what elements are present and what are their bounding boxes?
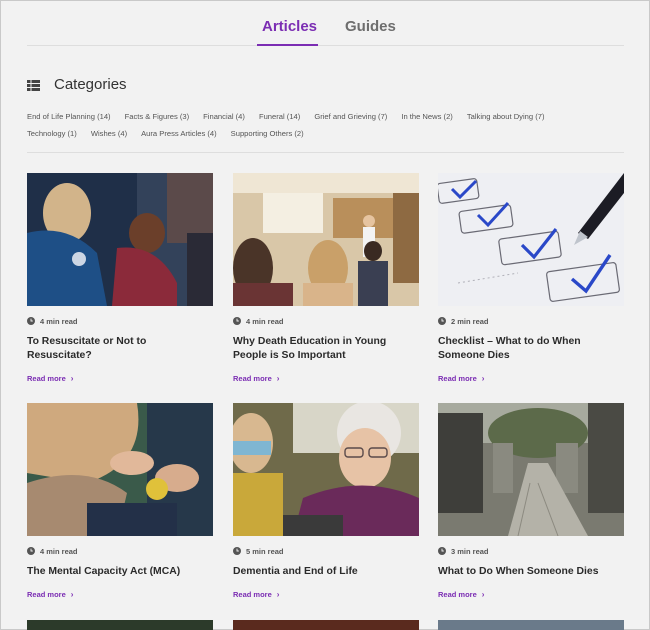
article-card: 4 min read The Mental Capacity Act (MCA)… <box>27 403 213 602</box>
article-card: 4 min read To Resuscitate or Not to Resu… <box>27 173 213 386</box>
category-wishes[interactable]: Wishes (4) <box>91 129 127 138</box>
category-list-row-1: End of Life Planning (14) Facts & Figures… <box>27 112 559 121</box>
read-more-link[interactable]: Read more › <box>233 590 279 599</box>
category-facts-figures[interactable]: Facts & Figures (3) <box>125 112 190 121</box>
chevron-right-icon: › <box>276 590 280 599</box>
article-image-resuscitate[interactable] <box>27 173 213 306</box>
read-time-label: 4 min read <box>246 316 284 326</box>
read-time-label: 5 min read <box>246 546 284 556</box>
grid-list-icon <box>27 80 40 91</box>
tabs-divider <box>27 45 624 46</box>
chevron-right-icon: › <box>70 590 74 599</box>
article-image-partial[interactable] <box>233 620 419 630</box>
article-card: 2 min read Checklist – What to do When S… <box>438 173 624 386</box>
article-image-partial[interactable] <box>27 620 213 630</box>
article-title[interactable]: The Mental Capacity Act (MCA) <box>27 565 213 579</box>
clock-icon <box>438 317 446 325</box>
read-time-label: 2 min read <box>451 316 489 326</box>
category-talking-about-dying[interactable]: Talking about Dying (7) <box>467 112 545 121</box>
clock-icon <box>438 547 446 555</box>
read-time-label: 4 min read <box>40 316 78 326</box>
read-time-label: 3 min read <box>451 546 489 556</box>
read-more-link[interactable]: Read more › <box>27 590 73 599</box>
chevron-right-icon: › <box>276 374 280 383</box>
read-more-link[interactable]: Read more › <box>233 374 279 383</box>
article-image-partial[interactable] <box>438 620 624 630</box>
category-financial[interactable]: Financial (4) <box>203 112 245 121</box>
tab-articles[interactable]: Articles <box>262 18 317 46</box>
article-title[interactable]: Why Death Education in Young People is S… <box>233 335 419 363</box>
category-supporting-others[interactable]: Supporting Others (2) <box>231 129 304 138</box>
category-grief-and-grieving[interactable]: Grief and Grieving (7) <box>314 112 387 121</box>
article-image-cemetery[interactable] <box>438 403 624 536</box>
chevron-right-icon: › <box>481 374 485 383</box>
read-time: 4 min read <box>27 545 213 557</box>
article-card: 3 min read What to Do When Someone Dies … <box>438 403 624 602</box>
category-technology[interactable]: Technology (1) <box>27 129 77 138</box>
article-title[interactable]: Checklist – What to do When Someone Dies <box>438 335 624 363</box>
read-time: 2 min read <box>438 315 624 327</box>
read-time: 3 min read <box>438 545 624 557</box>
category-in-the-news[interactable]: In the News (2) <box>401 112 453 121</box>
clock-icon <box>233 547 241 555</box>
read-more-link[interactable]: Read more › <box>27 374 73 383</box>
article-image-mental-capacity-act[interactable] <box>27 403 213 536</box>
clock-icon <box>27 547 35 555</box>
article-card: 5 min read Dementia and End of Life Read… <box>233 403 419 602</box>
chevron-right-icon: › <box>70 374 74 383</box>
read-time: 4 min read <box>233 315 419 327</box>
categories-title: Categories <box>54 76 127 93</box>
article-title[interactable]: To Resuscitate or Not to Resuscitate? <box>27 335 213 363</box>
read-more-link[interactable]: Read more › <box>438 374 484 383</box>
clock-icon <box>27 317 35 325</box>
article-card: 4 min read Why Death Education in Young … <box>233 173 419 386</box>
article-title[interactable]: What to Do When Someone Dies <box>438 565 624 579</box>
category-funeral[interactable]: Funeral (14) <box>259 112 300 121</box>
clock-icon <box>233 317 241 325</box>
category-aura-press-articles[interactable]: Aura Press Articles (4) <box>141 129 217 138</box>
tab-guides[interactable]: Guides <box>345 18 396 46</box>
category-list-row-2: Technology (1) Wishes (4) Aura Press Artic… <box>27 129 318 138</box>
read-more-link[interactable]: Read more › <box>438 590 484 599</box>
article-image-checklist[interactable] <box>438 173 624 306</box>
category-end-of-life-planning[interactable]: End of Life Planning (14) <box>27 112 111 121</box>
article-image-dementia[interactable] <box>233 403 419 536</box>
read-time-label: 4 min read <box>40 546 78 556</box>
read-time: 5 min read <box>233 545 419 557</box>
active-tab-indicator <box>257 44 318 46</box>
article-title[interactable]: Dementia and End of Life <box>233 565 419 579</box>
read-time: 4 min read <box>27 315 213 327</box>
article-image-death-education[interactable] <box>233 173 419 306</box>
chevron-right-icon: › <box>481 590 485 599</box>
categories-divider <box>27 152 624 153</box>
tab-bar: Articles Guides <box>0 18 650 46</box>
